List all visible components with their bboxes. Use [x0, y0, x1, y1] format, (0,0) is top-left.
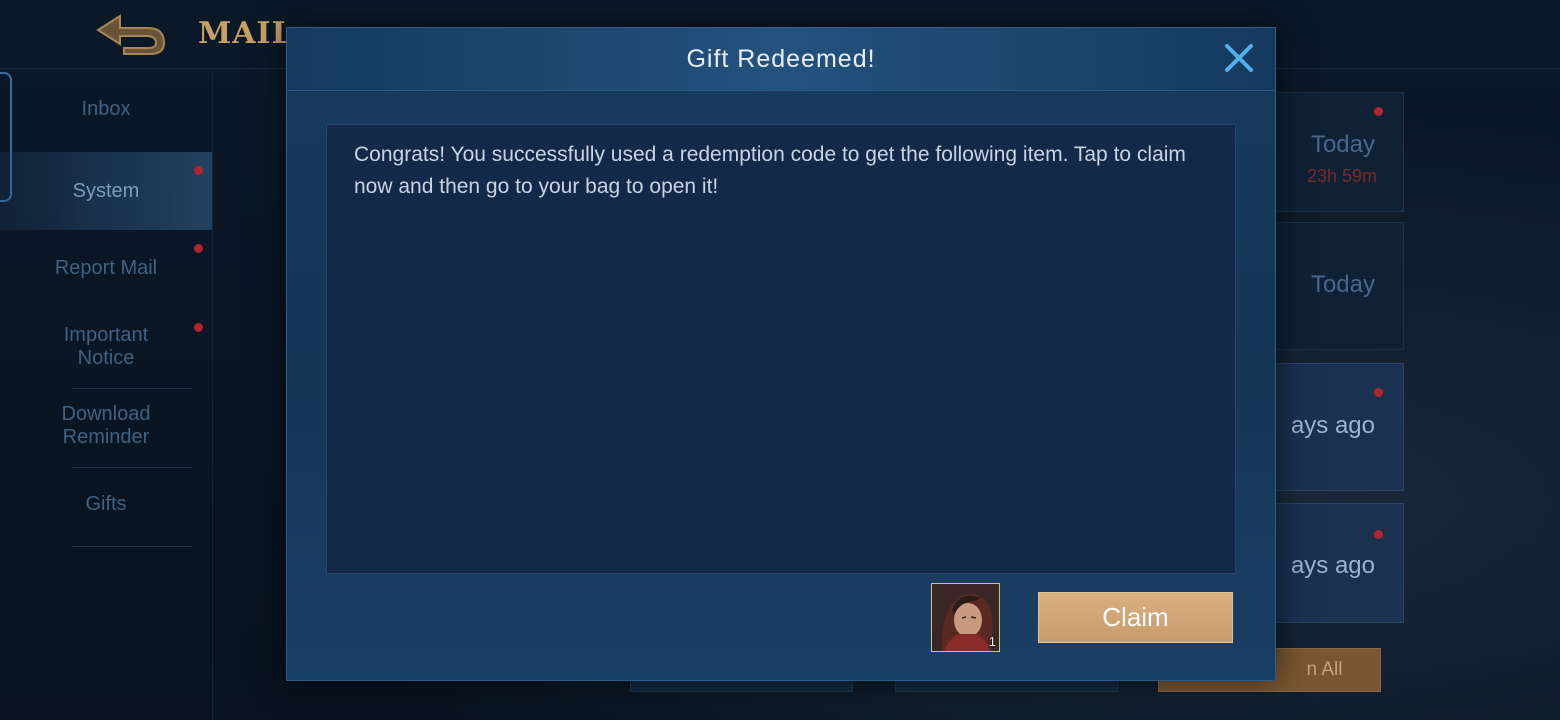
item-quantity: 1 — [988, 634, 996, 649]
message-text: Congrats! You successfully used a redemp… — [354, 143, 1186, 198]
claim-button[interactable]: Claim — [1038, 592, 1233, 643]
dialog-title: Gift Redeemed! — [686, 45, 876, 73]
claim-button-label: Claim — [1102, 602, 1169, 632]
close-icon — [1225, 44, 1253, 72]
message-box: Congrats! You successfully used a redemp… — [326, 124, 1236, 574]
gift-redeemed-dialog: Gift Redeemed! Congrats! You successfull… — [286, 27, 1276, 681]
dialog-header: Gift Redeemed! — [287, 28, 1275, 91]
reward-item-slot[interactable]: 1 — [931, 583, 1000, 652]
close-button[interactable] — [1219, 38, 1259, 78]
mail-screen: MAIL Inbox System Report Mail Important … — [0, 0, 1560, 720]
